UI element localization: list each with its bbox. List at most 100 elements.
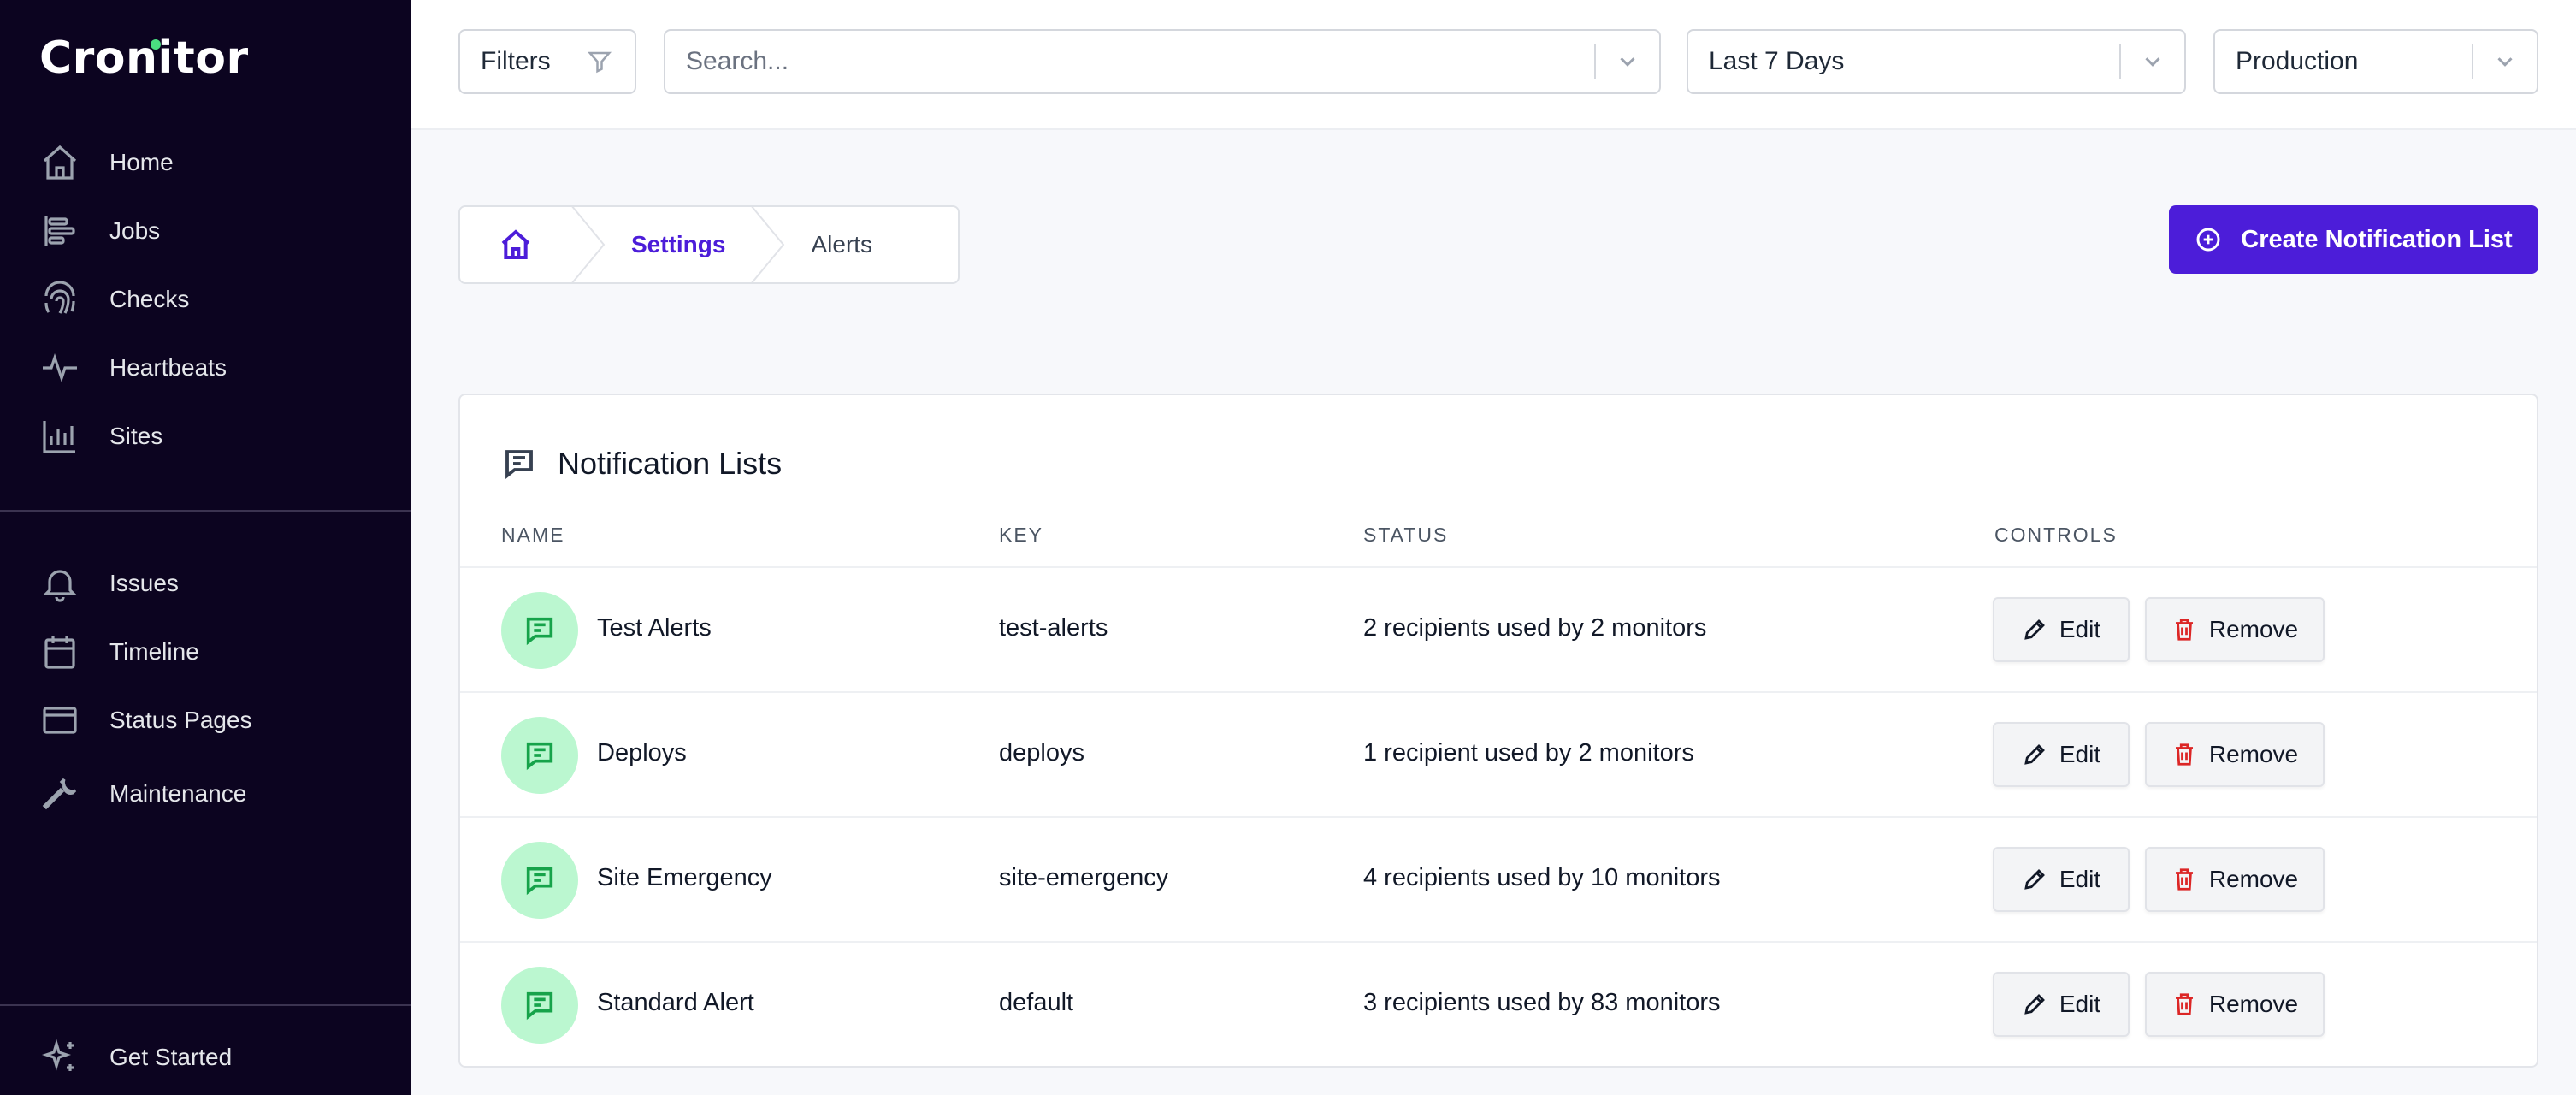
sidebar-item-label: Jobs xyxy=(109,217,161,244)
row-status: 3 recipients used by 83 monitors xyxy=(1363,989,1721,1016)
chat-bubble-icon xyxy=(526,742,553,771)
sparkles-icon xyxy=(38,1035,82,1080)
sidebar-item-issues[interactable]: Issues xyxy=(38,558,380,609)
logo-dot xyxy=(151,39,161,50)
trash-icon xyxy=(2175,743,2193,766)
create-notification-list-button[interactable]: Create Notification List xyxy=(2169,205,2538,274)
trash-icon xyxy=(2175,868,2193,891)
search-input[interactable]: Search... xyxy=(664,29,1661,94)
row-status: 2 recipients used by 2 monitors xyxy=(1363,614,1707,642)
time-range-value: Last 7 Days xyxy=(1709,47,1845,75)
notification-list-avatar xyxy=(501,967,578,1044)
edit-label: Edit xyxy=(2059,616,2101,642)
filters-button[interactable]: Filters xyxy=(458,29,636,94)
row-status: 4 recipients used by 10 monitors xyxy=(1363,864,1721,891)
edit-label: Edit xyxy=(2059,741,2101,767)
chat-bubble-icon xyxy=(526,991,553,1021)
row-name[interactable]: Test Alerts xyxy=(597,614,712,642)
sidebar-item-timeline[interactable]: Timeline xyxy=(38,626,380,678)
remove-label: Remove xyxy=(2208,616,2299,642)
table-row: Test Alerts test-alerts 2 recipients use… xyxy=(460,566,2537,691)
row-key: site-emergency xyxy=(999,864,1169,891)
jobs-icon xyxy=(38,209,82,253)
pencil-icon xyxy=(2024,744,2045,765)
trash-icon xyxy=(2175,619,2193,641)
chat-bubble-icon xyxy=(526,617,553,646)
breadcrumb-separator xyxy=(571,207,606,282)
edit-button[interactable]: Edit xyxy=(1993,597,2130,662)
remove-button[interactable]: Remove xyxy=(2145,972,2325,1037)
chat-bubble-icon xyxy=(505,450,533,480)
sidebar-item-sites[interactable]: Sites xyxy=(38,411,380,462)
column-header-controls: CONTROLS xyxy=(1994,524,2118,546)
environment-select[interactable]: Production xyxy=(2213,29,2538,94)
trash-icon xyxy=(2175,993,2193,1015)
wrench-icon xyxy=(38,772,82,816)
card-header: Notification Lists xyxy=(501,443,782,484)
sidebar-item-label: Timeline xyxy=(109,638,199,665)
bar-chart-icon xyxy=(38,414,82,459)
notification-lists-card: Notification Lists NAME KEY STATUS CONTR… xyxy=(458,394,2538,1068)
sidebar-item-label: Home xyxy=(109,149,174,175)
sidebar-item-label: Get Started xyxy=(109,1044,233,1070)
column-header-name: NAME xyxy=(501,524,565,546)
edit-label: Edit xyxy=(2059,866,2101,892)
sidebar-item-label: Status Pages xyxy=(109,707,252,733)
search-placeholder: Search... xyxy=(686,47,789,75)
breadcrumb-settings[interactable]: Settings xyxy=(606,231,751,258)
edit-button[interactable]: Edit xyxy=(1993,972,2130,1037)
sidebar-item-get-started[interactable]: Get Started xyxy=(38,1032,380,1083)
sidebar-item-label: Heartbeats xyxy=(109,354,227,381)
environment-value: Production xyxy=(2236,47,2359,75)
sidebar-item-status-pages[interactable]: Status Pages xyxy=(38,695,380,746)
remove-button[interactable]: Remove xyxy=(2145,722,2325,787)
cronitor-logo[interactable]: Cronitor xyxy=(39,33,249,84)
chevron-down-icon[interactable] xyxy=(1596,31,1659,92)
time-range-select[interactable]: Last 7 Days xyxy=(1687,29,2186,94)
pencil-icon xyxy=(2024,869,2045,890)
sidebar-item-checks[interactable]: Checks xyxy=(38,274,380,325)
create-button-label: Create Notification List xyxy=(2241,225,2513,253)
edit-label: Edit xyxy=(2059,991,2101,1017)
edit-button[interactable]: Edit xyxy=(1993,722,2130,787)
row-key: default xyxy=(999,989,1074,1016)
row-key: test-alerts xyxy=(999,614,1108,642)
remove-label: Remove xyxy=(2208,866,2299,892)
filters-label: Filters xyxy=(481,47,551,75)
table-row: Standard Alert default 3 recipients used… xyxy=(460,941,2537,1066)
notification-list-avatar xyxy=(501,842,578,919)
remove-button[interactable]: Remove xyxy=(2145,847,2325,912)
sidebar-item-heartbeats[interactable]: Heartbeats xyxy=(38,342,380,394)
pencil-icon xyxy=(2024,994,2045,1015)
plus-circle-icon xyxy=(2196,228,2220,252)
remove-label: Remove xyxy=(2208,741,2299,767)
fingerprint-icon xyxy=(38,277,82,322)
chevron-down-icon[interactable] xyxy=(2473,31,2537,92)
chat-bubble-icon xyxy=(526,867,553,896)
filter-icon xyxy=(587,51,612,74)
browser-window-icon xyxy=(38,698,82,743)
sidebar-item-home[interactable]: Home xyxy=(38,137,380,188)
edit-button[interactable]: Edit xyxy=(1993,847,2130,912)
sidebar-item-maintenance[interactable]: Maintenance xyxy=(38,768,380,820)
row-name[interactable]: Site Emergency xyxy=(597,864,772,892)
breadcrumb-current: Alerts xyxy=(811,231,873,257)
breadcrumb-separator xyxy=(751,207,785,282)
sidebar-item-label: Maintenance xyxy=(109,780,247,807)
sidebar-item-label: Issues xyxy=(109,570,179,596)
row-name[interactable]: Standard Alert xyxy=(597,989,754,1017)
sidebar-item-label: Sites xyxy=(109,423,163,449)
pencil-icon xyxy=(2024,619,2045,640)
sidebar-item-jobs[interactable]: Jobs xyxy=(38,205,380,257)
calendar-icon xyxy=(38,630,82,674)
notification-list-avatar xyxy=(501,717,578,794)
sidebar: Cronitor Home Jobs Checks Heartbeats Sit… xyxy=(0,0,411,1095)
remove-button[interactable]: Remove xyxy=(2145,597,2325,662)
row-status: 1 recipient used by 2 monitors xyxy=(1363,739,1694,766)
column-header-status: STATUS xyxy=(1363,524,1449,546)
row-name[interactable]: Deploys xyxy=(597,739,687,767)
column-header-key: KEY xyxy=(999,524,1044,546)
notification-list-avatar xyxy=(501,592,578,669)
breadcrumb-home[interactable] xyxy=(460,207,571,282)
chevron-down-icon[interactable] xyxy=(2121,31,2184,92)
